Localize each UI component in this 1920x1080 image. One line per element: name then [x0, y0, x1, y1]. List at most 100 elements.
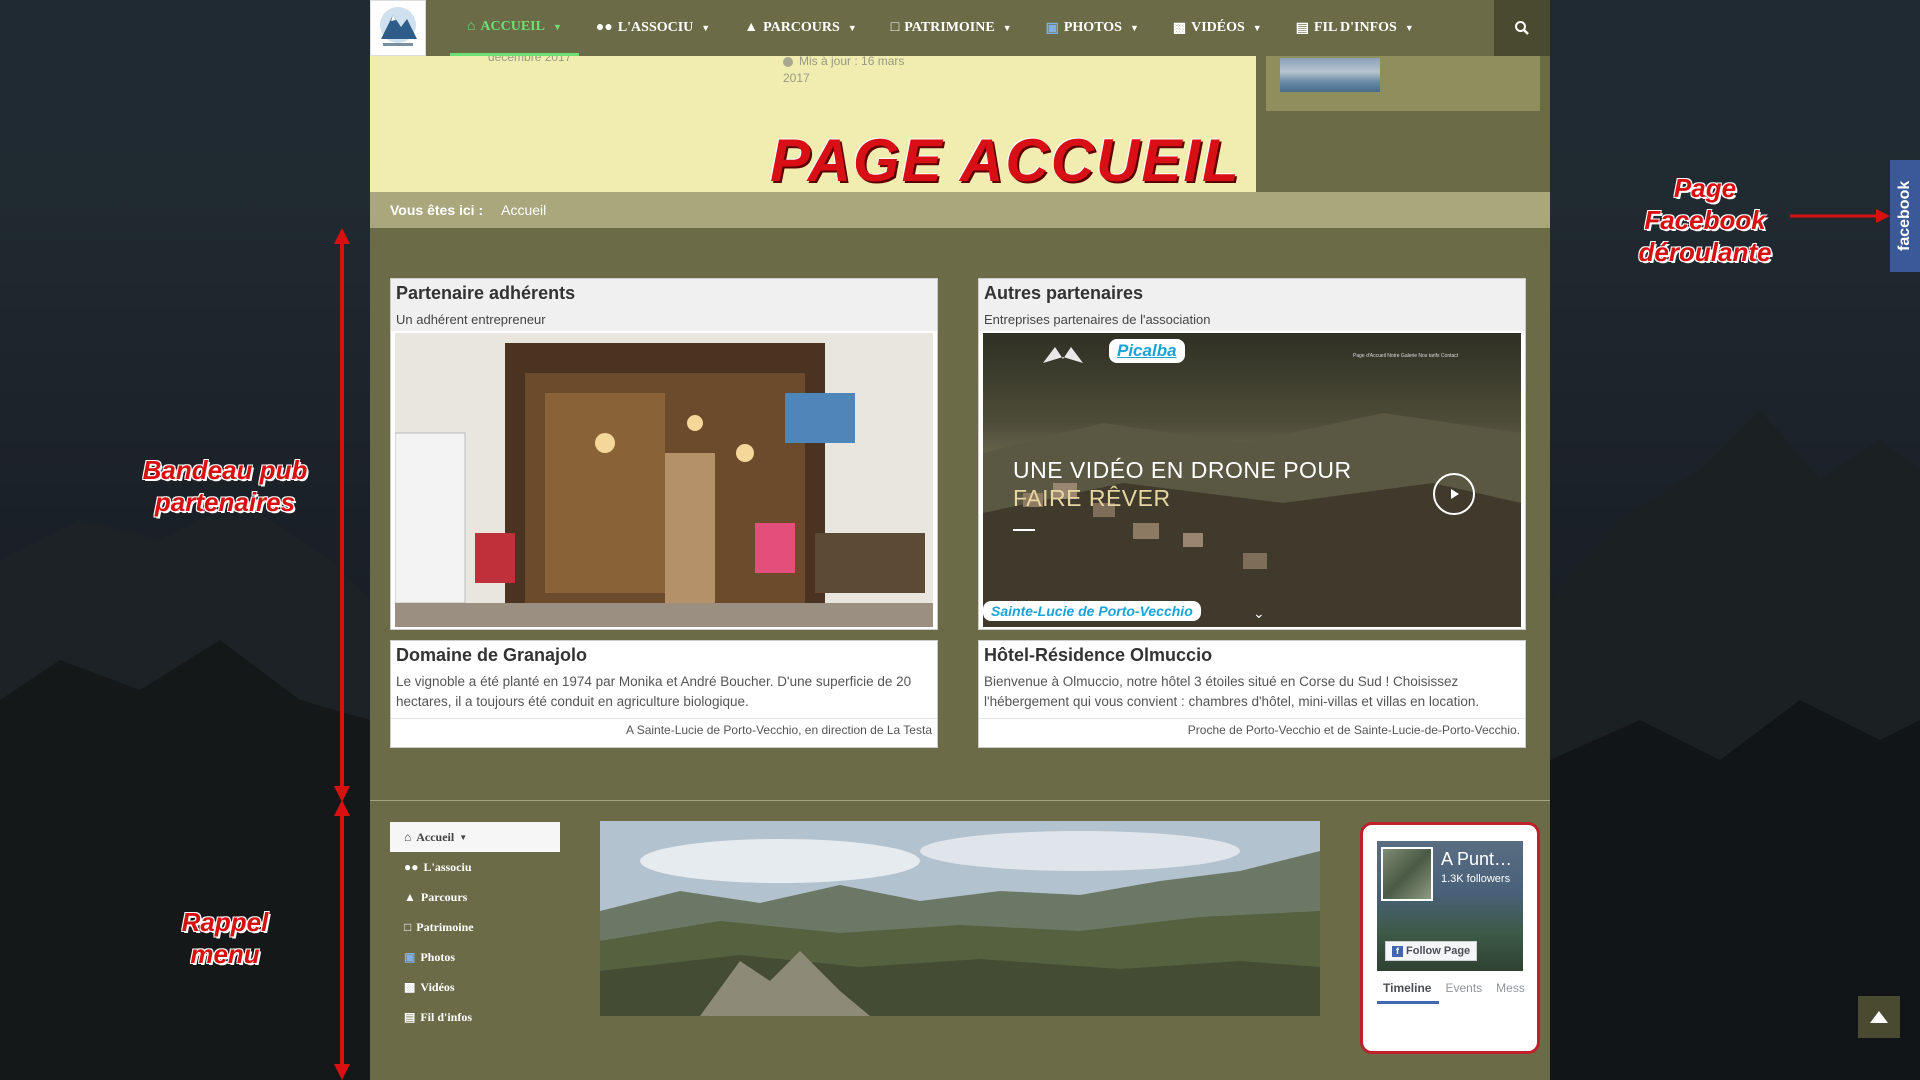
breadcrumb-current[interactable]: Accueil	[501, 202, 546, 218]
card-title: Autres partenaires	[984, 283, 1144, 303]
nav-menu: ⌂ ACCUEIL ▼ ●● L'ASSOCIU ▼ ▲ PARCOURS ▼ □ P…	[450, 0, 1431, 56]
page-title: PAGE ACCUEIL	[770, 127, 1241, 194]
footer-menu-item-associu[interactable]: ●● L'associu	[390, 852, 560, 882]
annotation-arrow-right	[1790, 209, 1890, 223]
fb-tabs: Timeline Events Mess	[1377, 975, 1525, 1004]
footer-menu: ⌂ Accueil ▼ ●● L'associu ▲ Parcours □ Patrim…	[390, 822, 560, 1032]
faded-updated: Mis à jour : 16 mars	[783, 54, 904, 68]
card-subtitle: Un adhérent entrepreneur	[396, 312, 546, 327]
image-icon: ▣	[1045, 20, 1059, 36]
faded-year: 2017	[783, 71, 810, 85]
caret-down-icon: ▼	[701, 23, 711, 33]
card-header: Autres partenaires Entreprises partenair…	[979, 279, 1525, 331]
nav-item-parcours[interactable]: ▲ PARCOURS ▼	[727, 0, 874, 56]
footer-menu-item-patrimoine[interactable]: □ Patrimoine	[390, 912, 560, 942]
card-text: Bienvenue à Olmuccio, notre hôtel 3 étoi…	[984, 674, 1480, 709]
thumbs-up-icon: ▲	[404, 889, 416, 904]
main-navbar: ⌂ ACCUEIL ▼ ●● L'ASSOCIU ▼ ▲ PARCOURS ▼ □ P…	[370, 0, 1550, 56]
thumbs-up-icon: ▲	[744, 20, 759, 35]
fb-tab-timeline[interactable]: Timeline	[1377, 975, 1440, 1004]
fb-tab-messages[interactable]: Mess	[1490, 975, 1533, 1004]
search-button[interactable]	[1494, 0, 1550, 56]
site-logo[interactable]	[370, 0, 426, 56]
caret-down-icon: ▼	[1252, 23, 1262, 33]
footer-menu-item-parcours[interactable]: ▲ Parcours	[390, 882, 560, 912]
film-icon: ▩	[1172, 20, 1187, 36]
nav-item-accueil[interactable]: ⌂ ACCUEIL ▼	[450, 0, 579, 56]
card-granajolo[interactable]: Domaine de Granajolo Le vignoble a été p…	[390, 640, 938, 748]
facebook-icon: f	[1392, 946, 1403, 957]
caret-down-icon: ▼	[1002, 23, 1012, 33]
caret-down-icon: ▼	[459, 832, 468, 842]
film-icon: ▩	[404, 979, 416, 994]
video-headline-1: UNE VIDÉO EN DRONE POUR	[1013, 457, 1352, 483]
users-icon: ●●	[404, 859, 419, 874]
annotation-bandeau-pub: Bandeau pub partenaires	[142, 455, 308, 517]
footer-menu-item-accueil[interactable]: ⌂ Accueil ▼	[390, 822, 560, 852]
picalba-logo-label[interactable]: Picalba	[1109, 339, 1185, 363]
card-header: Partenaire adhérents Un adhérent entrepr…	[391, 279, 937, 331]
arrow-up-icon	[1870, 1011, 1888, 1023]
fb-follow-button[interactable]: f Follow Page	[1385, 941, 1478, 961]
fb-cover[interactable]: A Punt… 1.3K followers f Follow Page	[1377, 841, 1523, 971]
image-icon: ▣	[404, 949, 416, 964]
facebook-side-tab[interactable]: facebook	[1890, 160, 1920, 272]
card-title[interactable]: Domaine de Granajolo	[391, 641, 937, 666]
headline-divider	[1013, 529, 1035, 531]
nav-item-photos[interactable]: ▣ PHOTOS ▼	[1029, 0, 1156, 56]
annotation-rappel-menu: Rappel menu	[181, 907, 269, 969]
video-site-nav: Page d'Accueil Notre Galerie Nos tarifs …	[1353, 353, 1459, 359]
facebook-page-widget[interactable]: A Punt… 1.3K followers f Follow Page Time…	[1360, 822, 1540, 1054]
card-title: Partenaire adhérents	[396, 283, 576, 303]
footer-menu-item-videos[interactable]: ▩ Vidéos	[390, 972, 560, 1002]
card-autres-partenaires: Autres partenaires Entreprises partenair…	[978, 278, 1526, 630]
header-thumbnail[interactable]	[1280, 58, 1380, 92]
footer-menu-item-fil-infos[interactable]: ▤ Fil d'infos	[390, 1002, 560, 1032]
bank-icon: □	[404, 919, 412, 934]
nav-item-patrimoine[interactable]: □ PATRIMOINE ▼	[874, 0, 1029, 56]
newspaper-icon: ▤	[1295, 20, 1309, 36]
card-partenaire-adherents: Partenaire adhérents Un adhérent entrepr…	[390, 278, 938, 630]
card-subtitle: Entreprises partenaires de l'association	[984, 312, 1211, 327]
caret-down-icon: ▼	[552, 21, 562, 32]
panorama-photo[interactable]	[600, 821, 1320, 1016]
users-icon: ●●	[595, 20, 613, 35]
card-footer: Proche de Porto-Vecchio et de Sainte-Luc…	[979, 718, 1525, 741]
newspaper-icon: ▤	[404, 1009, 416, 1024]
nav-item-fil-infos[interactable]: ▤ FIL D'INFOS ▼	[1279, 0, 1431, 56]
play-button[interactable]	[1433, 473, 1475, 515]
annotation-arrow-vertical-menu	[334, 800, 350, 1080]
chevron-down-icon[interactable]: ⌄	[1253, 605, 1265, 622]
site-container: décembre 2017 Mis à jour : 16 mars 2017 …	[370, 0, 1550, 1080]
section-divider	[370, 800, 1550, 801]
caret-down-icon: ▼	[1404, 23, 1414, 33]
play-icon	[1451, 489, 1459, 499]
fb-page-name[interactable]: A Punt…	[1441, 849, 1512, 870]
card-text: Le vignoble a été planté en 1974 par Mon…	[396, 674, 912, 709]
fb-followers: 1.3K followers	[1441, 873, 1511, 885]
drone-video-banner[interactable]: Picalba Page d'Accueil Notre Galerie Nos…	[983, 333, 1521, 627]
logo-mountain-icon	[380, 7, 417, 46]
card-title[interactable]: Hôtel-Résidence Olmuccio	[979, 641, 1525, 666]
fb-page-avatar[interactable]	[1381, 847, 1433, 901]
video-headline-2: FAIRE RÊVER	[1013, 485, 1171, 511]
shop-photo[interactable]	[395, 333, 933, 627]
back-to-top-button[interactable]	[1858, 996, 1900, 1038]
fb-tab-events[interactable]: Events	[1439, 975, 1490, 1004]
caret-down-icon: ▼	[847, 23, 857, 33]
nav-item-associu[interactable]: ●● L'ASSOCIU ▼	[579, 0, 727, 56]
bank-icon: □	[890, 20, 900, 35]
home-icon: ⌂	[404, 829, 412, 844]
nav-item-videos[interactable]: ▩ VIDÉOS ▼	[1156, 0, 1279, 56]
clock-icon	[783, 56, 793, 67]
card-footer: A Sainte-Lucie de Porto-Vecchio, en dire…	[391, 718, 937, 741]
annotation-arrow-vertical-pub	[334, 228, 350, 802]
breadcrumb: Vous êtes ici : Accueil	[370, 192, 1550, 228]
home-icon: ⌂	[467, 18, 476, 34]
search-icon	[1515, 21, 1529, 35]
location-tag: Sainte-Lucie de Porto-Vecchio	[983, 601, 1201, 621]
caret-down-icon: ▼	[1129, 23, 1139, 33]
card-olmuccio[interactable]: Hôtel-Résidence Olmuccio Bienvenue à Olm…	[978, 640, 1526, 748]
breadcrumb-label: Vous êtes ici :	[390, 202, 484, 218]
footer-menu-item-photos[interactable]: ▣ Photos	[390, 942, 560, 972]
